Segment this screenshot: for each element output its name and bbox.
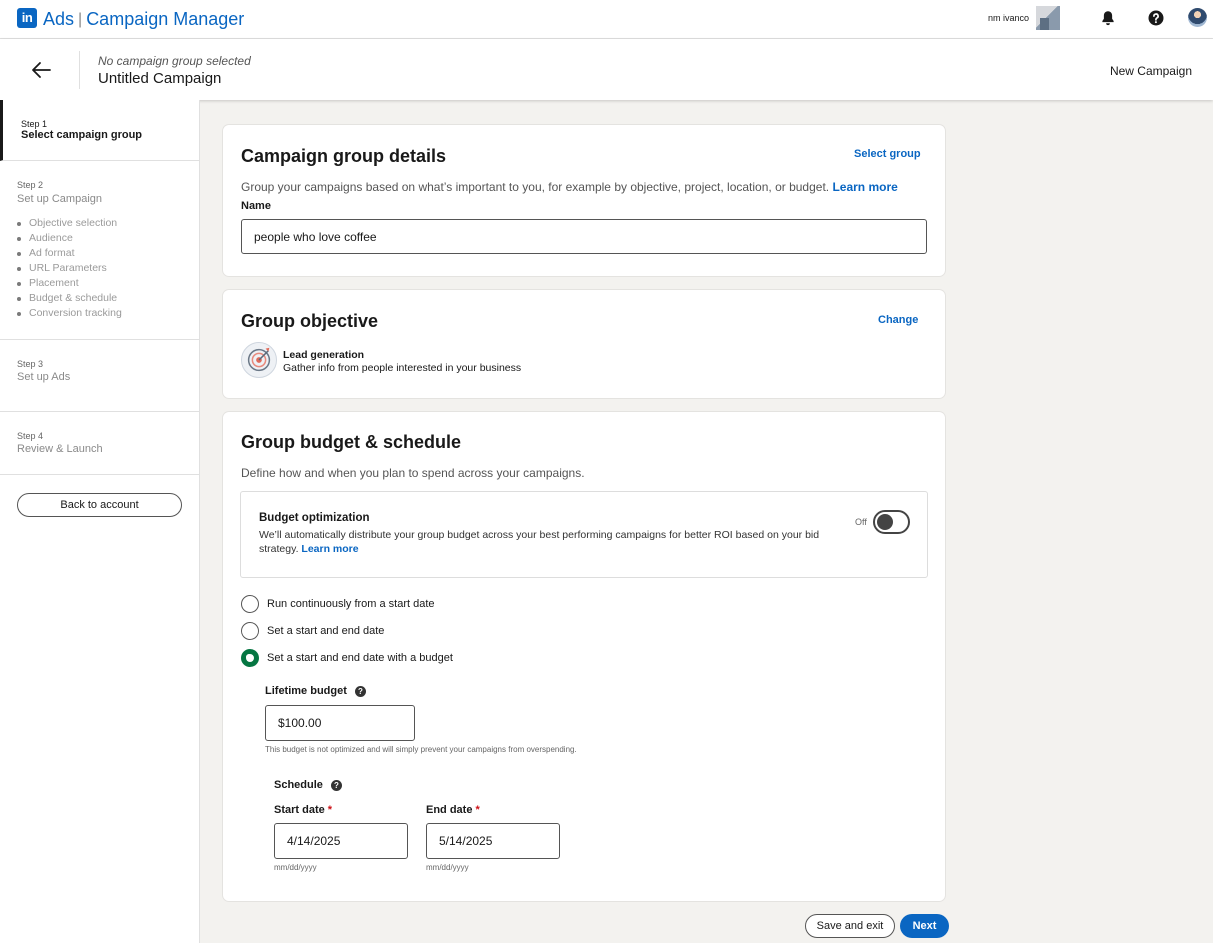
end-date-label: End date * (426, 804, 480, 816)
back-to-account-button[interactable]: Back to account (17, 493, 182, 517)
help-icon[interactable] (1147, 9, 1165, 27)
bell-icon[interactable] (1099, 9, 1117, 27)
radio-run-continuously[interactable]: Run continuously from a start date (241, 595, 435, 613)
substep-objective-selection: Objective selection (17, 216, 122, 231)
radio-label: Set a start and end date with a budget (267, 652, 453, 664)
target-icon (241, 342, 277, 378)
card-title: Group budget & schedule (241, 432, 462, 452)
new-campaign-label: New Campaign (1109, 64, 1192, 78)
toggle-state-label: Off (855, 517, 867, 527)
objective-description: Gather info from people interested in yo… (283, 362, 522, 374)
product-name: Ads (43, 9, 75, 29)
step-title: Review & Launch (17, 443, 103, 455)
step-number: Step 1 (21, 119, 48, 129)
radio-button[interactable] (241, 595, 259, 613)
radio-start-end-date[interactable]: Set a start and end date (241, 622, 384, 640)
end-date-input[interactable]: 5/14/2025 (426, 823, 560, 859)
save-and-exit-button[interactable]: Save and exit (805, 914, 895, 938)
campaign-title: Untitled Campaign (98, 70, 222, 87)
schedule-text: Schedule (274, 779, 323, 791)
step-2-substeps: Objective selection Audience Ad format U… (17, 216, 122, 321)
user-name[interactable]: nm ivanco (988, 13, 1029, 23)
step-title: Set up Campaign (17, 193, 102, 205)
campaign-group-details-card: Campaign group details Select group Grou… (223, 125, 945, 276)
budget-optimization-box: Budget optimization We’ll automatically … (240, 491, 928, 578)
app-title: Campaign Manager (86, 9, 245, 29)
card-title: Campaign group details (241, 146, 447, 166)
app-brand[interactable]: Ads | Campaign Manager (43, 8, 244, 32)
radio-start-end-date-budget[interactable]: Set a start and end date with a budget (241, 649, 453, 667)
change-objective-link[interactable]: Change (878, 314, 918, 326)
help-icon[interactable]: ? (330, 779, 342, 791)
campaign-group-status: No campaign group selected (98, 54, 251, 68)
card-title: Group objective (241, 311, 379, 331)
substep-budget-schedule: Budget & schedule (17, 291, 122, 306)
substep-audience: Audience (17, 231, 122, 246)
step-title: Select campaign group (21, 129, 143, 141)
substep-url-parameters: URL Parameters (17, 261, 122, 276)
required-mark: * (327, 804, 333, 816)
next-button[interactable]: Next (900, 914, 949, 938)
group-name-input[interactable]: people who love coffee (241, 219, 927, 254)
select-group-link[interactable]: Select group (854, 148, 921, 160)
lifetime-budget-note: This budget is not optimized and will si… (265, 745, 577, 754)
group-budget-schedule-card: Group budget & schedule Define how and w… (223, 412, 945, 901)
avatar[interactable] (1188, 8, 1207, 27)
back-arrow-icon[interactable] (30, 60, 52, 80)
step-number: Step 2 (17, 180, 44, 190)
linkedin-logo[interactable]: in (17, 8, 37, 28)
substep-placement: Placement (17, 276, 122, 291)
substep-ad-format: Ad format (17, 246, 122, 261)
lifetime-budget-label: Lifetime budget? (265, 685, 366, 697)
campaign-header: No campaign group selected Untitled Camp… (0, 39, 1213, 100)
start-date-text: Start date (274, 804, 325, 816)
sidebar-step-1[interactable]: Step 1 Select campaign group (0, 100, 199, 161)
lifetime-budget-text: Lifetime budget (265, 685, 347, 697)
header-divider (79, 51, 80, 89)
radio-label: Run continuously from a start date (267, 598, 435, 610)
group-objective-card: Group objective Change Lead generation G… (223, 290, 945, 398)
toggle-knob (877, 514, 893, 530)
sidebar-step-3[interactable]: Step 3 Set up Ads (0, 340, 199, 412)
end-date-text: End date (426, 804, 473, 816)
sidebar-step-4[interactable]: Step 4 Review & Launch (0, 412, 199, 475)
end-date-format-hint: mm/dd/yyyy (426, 863, 469, 872)
sidebar-step-2[interactable]: Step 2 Set up Campaign Objective selecti… (0, 161, 199, 340)
start-date-format-hint: mm/dd/yyyy (274, 863, 317, 872)
budget-optimization-title: Budget optimization (259, 512, 370, 524)
help-icon[interactable]: ? (354, 685, 366, 697)
required-mark: * (475, 804, 480, 816)
account-thumbnail[interactable] (1036, 6, 1060, 30)
budget-optimization-description: We’ll automatically distribute your grou… (259, 528, 834, 556)
radio-label: Set a start and end date (267, 625, 385, 637)
radio-button-checked[interactable] (241, 649, 259, 667)
learn-more-link[interactable]: Learn more (301, 543, 358, 555)
start-date-label: Start date * (274, 804, 332, 816)
budget-description: Define how and when you plan to spend ac… (241, 466, 585, 480)
learn-more-link[interactable]: Learn more (832, 180, 897, 194)
radio-button[interactable] (241, 622, 259, 640)
step-title: Set up Ads (17, 371, 71, 383)
step-number: Step 3 (17, 359, 44, 369)
group-description: Group your campaigns based on what’s imp… (241, 180, 898, 194)
start-date-input[interactable]: 4/14/2025 (274, 823, 408, 859)
budget-optimization-toggle[interactable] (873, 510, 910, 534)
lifetime-budget-input[interactable]: $100.00 (265, 705, 415, 741)
steps-sidebar: Step 1 Select campaign group Step 2 Set … (0, 100, 200, 943)
step-number: Step 4 (17, 431, 44, 441)
schedule-label: Schedule? (274, 779, 342, 791)
name-label: Name (241, 200, 271, 212)
objective-name: Lead generation (283, 349, 365, 361)
brand-separator: | (78, 11, 83, 28)
substep-conversion-tracking: Conversion tracking (17, 306, 122, 321)
group-description-text: Group your campaigns based on what’s imp… (241, 180, 830, 194)
top-bar: in Ads | Campaign Manager nm ivanco (0, 0, 1213, 39)
